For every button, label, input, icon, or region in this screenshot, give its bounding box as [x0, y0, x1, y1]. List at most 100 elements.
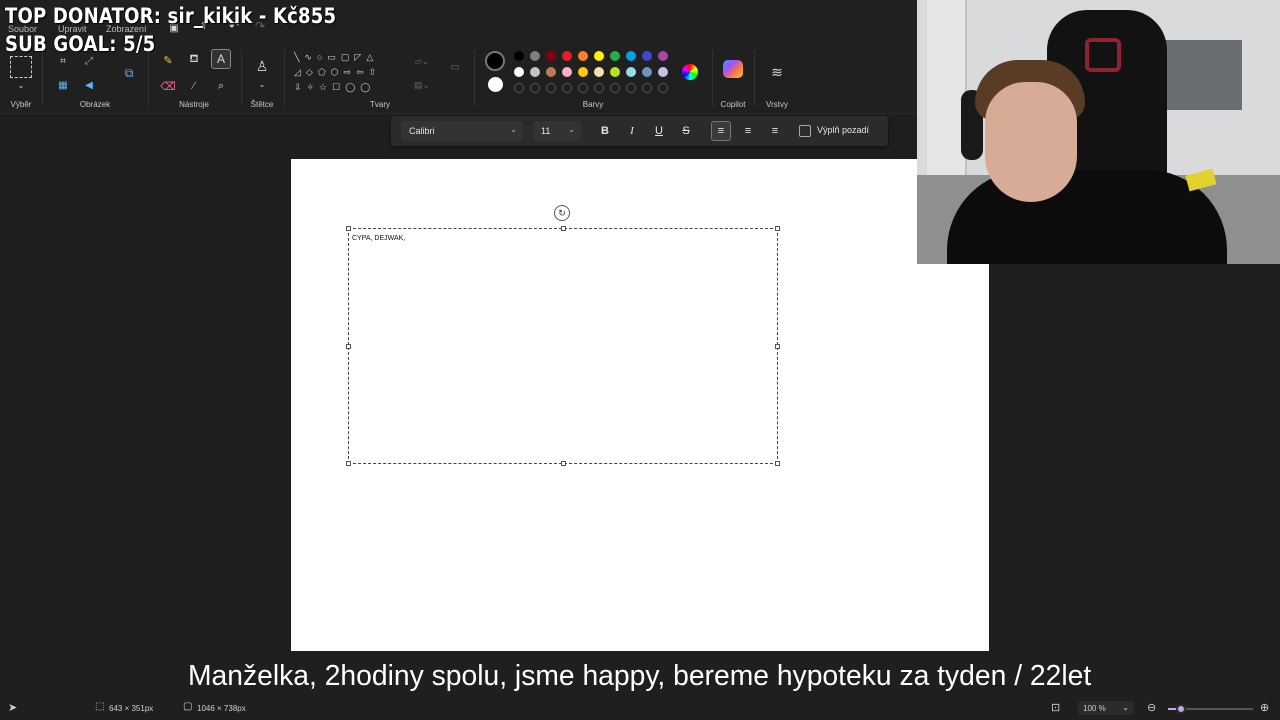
palette-color-swatch[interactable]	[626, 51, 636, 61]
group-label-shapes: Tvary	[370, 100, 390, 109]
strikethrough-button[interactable]: S	[676, 121, 696, 141]
chevron-down-icon[interactable]: ⌄	[16, 80, 26, 90]
brush-icon[interactable]: ♙	[252, 56, 272, 76]
resize-handle[interactable]	[346, 461, 351, 466]
resize-handle[interactable]	[775, 344, 780, 349]
group-label-layers: Vrstvy	[766, 100, 788, 109]
chair-logo-icon	[1085, 38, 1121, 72]
magnifier-icon[interactable]: ⌕	[213, 78, 229, 94]
palette-color-swatch[interactable]	[642, 67, 652, 77]
italic-button[interactable]: I	[622, 121, 642, 141]
zoom-out-icon[interactable]: ⊖	[1147, 701, 1156, 714]
selection-size: 643 × 351px	[109, 704, 154, 713]
rectangle-select-icon[interactable]	[10, 56, 32, 78]
shape-size-icon[interactable]: ▭	[446, 60, 464, 74]
secondary-color-swatch[interactable]	[488, 77, 503, 92]
custom-color-slot[interactable]	[578, 83, 588, 93]
resize-handle[interactable]	[346, 226, 351, 231]
zoom-select[interactable]: 100 % ⌄	[1078, 701, 1134, 715]
palette-color-swatch[interactable]	[546, 67, 556, 77]
align-left-button[interactable]: ≡	[711, 121, 731, 141]
chevron-down-icon: ⌄	[510, 125, 517, 134]
color-picker-icon[interactable]: ⁄	[186, 78, 202, 94]
palette-color-swatch[interactable]	[594, 51, 604, 61]
resize-handle[interactable]	[561, 226, 566, 231]
bold-button[interactable]: B	[595, 121, 615, 141]
chevron-down-icon[interactable]: ⌄	[256, 78, 268, 90]
palette-color-swatch[interactable]	[546, 51, 556, 61]
custom-color-slot[interactable]	[594, 83, 604, 93]
fill-background-checkbox[interactable]	[799, 125, 811, 137]
pencil-icon[interactable]: ✎	[160, 52, 176, 68]
resize-icon[interactable]: ⤢	[82, 54, 96, 68]
font-family-select[interactable]: Calibri ⌄	[401, 121, 523, 141]
font-family-value: Calibri	[409, 126, 435, 136]
canvas-size-icon: ▢	[183, 701, 193, 712]
palette-color-swatch[interactable]	[642, 51, 652, 61]
text-box[interactable]: CYPA, DEJWAK,	[346, 226, 780, 466]
copilot-icon[interactable]	[723, 60, 743, 78]
top-donator-overlay: TOP DONATOR: sir_kikik - Kč855	[5, 4, 337, 28]
palette-color-swatch[interactable]	[578, 67, 588, 77]
palette-color-swatch[interactable]	[658, 51, 668, 61]
layers-icon[interactable]: ≋	[767, 62, 787, 82]
palette-color-swatch[interactable]	[562, 51, 572, 61]
text-box-content[interactable]: CYPA, DEJWAK,	[352, 235, 405, 242]
resize-handle[interactable]	[775, 226, 780, 231]
drawing-canvas[interactable]: ↻ CYPA, DEJWAK,	[291, 159, 989, 651]
align-right-icon: ≡	[771, 125, 779, 137]
palette-color-swatch[interactable]	[594, 67, 604, 77]
palette-color-swatch[interactable]	[514, 67, 524, 77]
resize-handle[interactable]	[775, 461, 780, 466]
custom-color-slot[interactable]	[658, 83, 668, 93]
palette-color-swatch[interactable]	[610, 67, 620, 77]
palette-color-swatch[interactable]	[578, 51, 588, 61]
fit-to-window-icon[interactable]: ⊡	[1051, 701, 1060, 714]
custom-color-slot[interactable]	[642, 83, 652, 93]
custom-color-slot[interactable]	[530, 83, 540, 93]
outline-icon[interactable]: ▱⌄	[410, 54, 434, 68]
align-center-button[interactable]: ≡	[738, 121, 758, 141]
chevron-down-icon: ⌄	[568, 125, 575, 134]
rotate-handle-icon[interactable]: ↻	[554, 205, 570, 221]
zoom-slider[interactable]	[1168, 704, 1253, 714]
eraser-icon[interactable]: ⌫	[160, 78, 176, 94]
custom-color-slot[interactable]	[610, 83, 620, 93]
fill-icon[interactable]: ▤⌄	[410, 78, 434, 92]
palette-color-swatch[interactable]	[530, 67, 540, 77]
zoom-slider-thumb[interactable]	[1175, 704, 1186, 714]
primary-color-swatch[interactable]	[485, 51, 505, 71]
custom-color-slot[interactable]	[626, 83, 636, 93]
font-size-value: 11	[541, 126, 551, 136]
sub-goal-overlay: SUB GOAL: 5/5	[5, 32, 156, 56]
text-format-toolbar: Calibri ⌄ 11 ⌄ B I U S ≡ ≡ ≡ Výplň pozad…	[391, 116, 888, 146]
text-tool-icon[interactable]: A	[211, 49, 231, 69]
resize-handle[interactable]	[561, 461, 566, 466]
palette-color-swatch[interactable]	[562, 67, 572, 77]
align-center-icon: ≡	[744, 125, 752, 137]
group-label-brushes: Štětce	[250, 100, 274, 109]
custom-color-slot[interactable]	[562, 83, 572, 93]
crop-icon[interactable]: ⌗	[56, 54, 70, 68]
color-wheel-icon[interactable]	[682, 64, 698, 80]
resize-handle[interactable]	[346, 344, 351, 349]
custom-color-slot[interactable]	[514, 83, 524, 93]
remove-background-icon[interactable]: ⧉	[120, 64, 138, 82]
palette-color-swatch[interactable]	[610, 51, 620, 61]
palette-color-swatch[interactable]	[626, 67, 636, 77]
shapes-gallery[interactable]: ╲∿○▭▢◸△ ◿◇⬠⬡⇨⇦⇧ ⇩✧☆☐◯◯	[294, 50, 398, 96]
fill-bucket-icon[interactable]: ⛾	[186, 52, 202, 68]
cursor-icon: ➤	[8, 702, 18, 714]
font-size-select[interactable]: 11 ⌄	[533, 121, 581, 141]
image-generator-icon[interactable]: ▦	[56, 78, 70, 92]
group-label-image: Obrázek	[79, 100, 111, 109]
palette-color-swatch[interactable]	[514, 51, 524, 61]
align-left-icon: ≡	[717, 125, 725, 137]
custom-color-slot[interactable]	[546, 83, 556, 93]
underline-button[interactable]: U	[649, 121, 669, 141]
rotate-icon[interactable]: ◀	[82, 78, 96, 92]
align-right-button[interactable]: ≡	[765, 121, 785, 141]
palette-color-swatch[interactable]	[530, 51, 540, 61]
zoom-in-icon[interactable]: ⊕	[1260, 701, 1269, 714]
palette-color-swatch[interactable]	[658, 67, 668, 77]
